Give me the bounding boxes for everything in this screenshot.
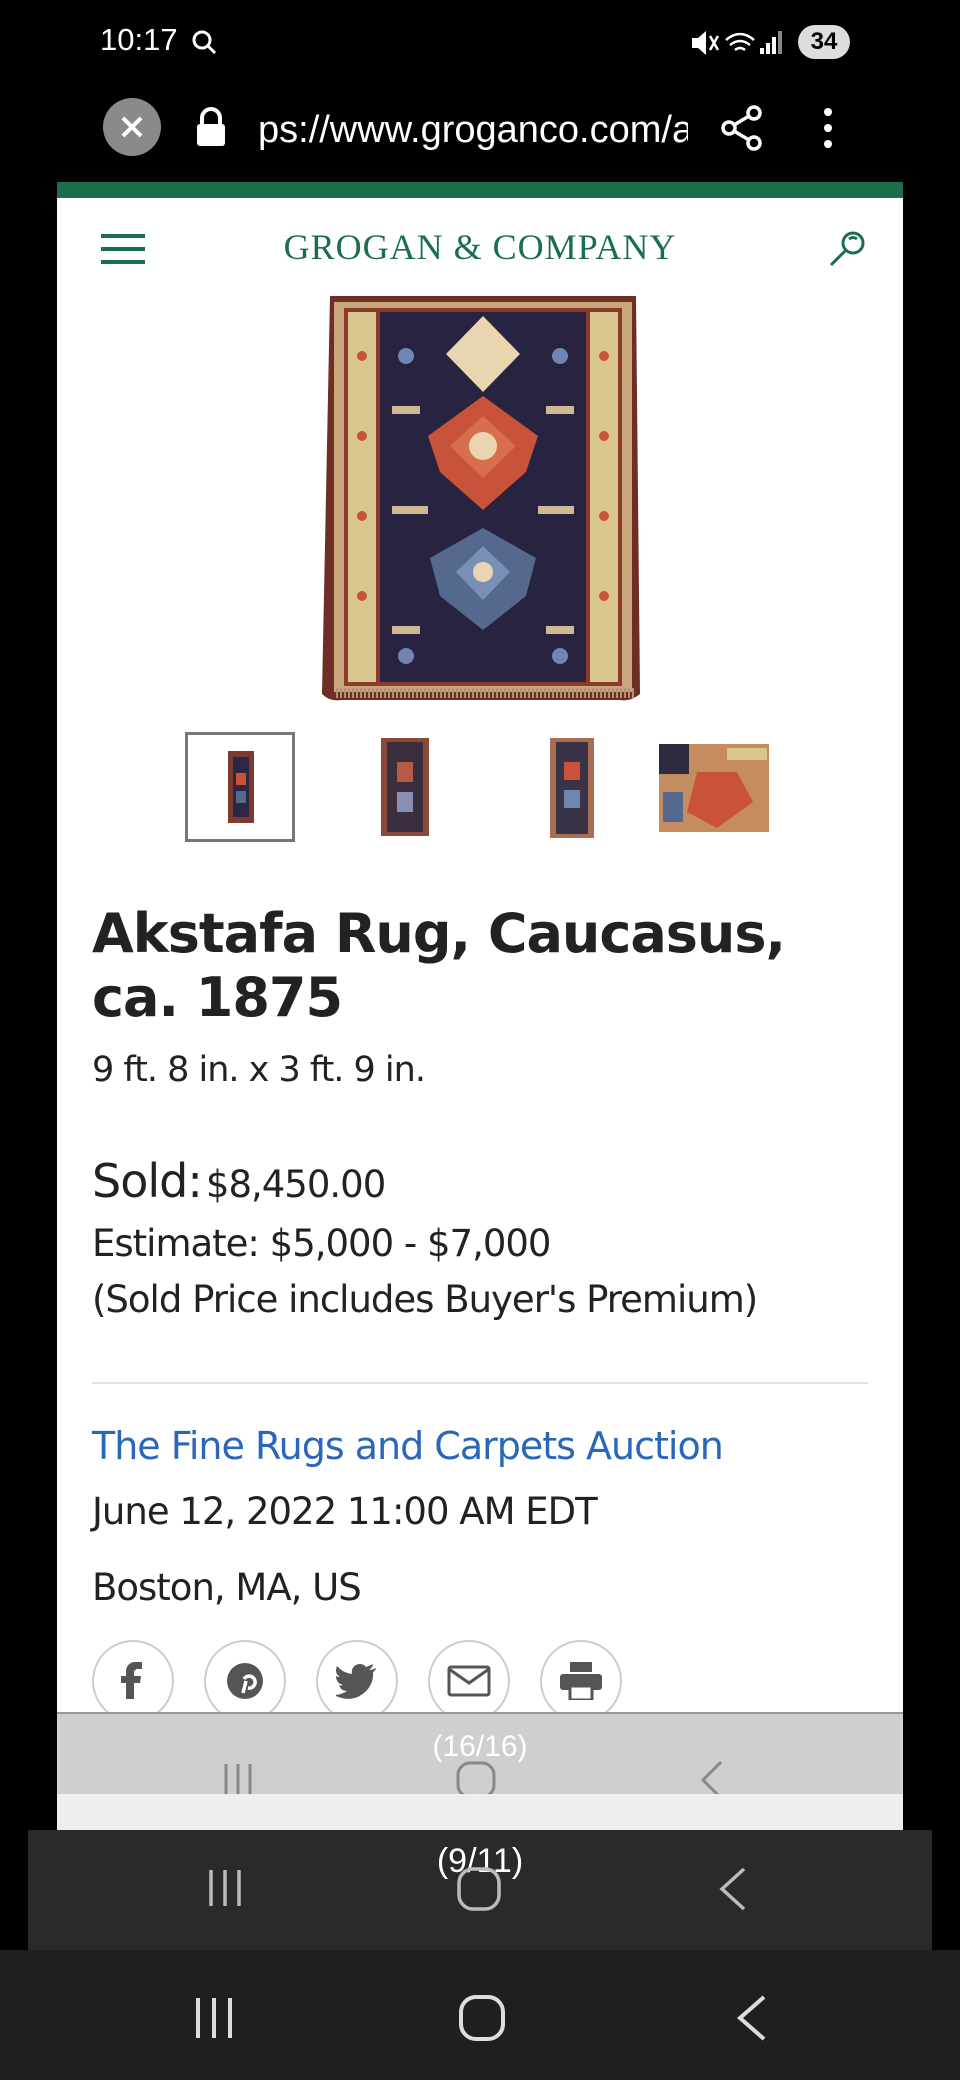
status-time: 10:17 (100, 22, 178, 57)
url-field[interactable]: ps://www.groganco.com/a (258, 100, 688, 160)
thumbnail-4[interactable] (657, 732, 771, 842)
close-tab-button[interactable] (103, 98, 161, 156)
sold-line: Sold: $8,450.00 (92, 1154, 386, 1208)
estimate-text: Estimate: $5,000 - $7,000 (92, 1222, 551, 1265)
lot-dimensions: 9 ft. 8 in. x 3 ft. 9 in. (92, 1050, 426, 1090)
share-icon[interactable] (720, 104, 764, 157)
auction-date: June 12, 2022 11:00 AM EDT (92, 1490, 598, 1533)
outer-back-icon[interactable] (716, 1866, 750, 1917)
search-icon[interactable] (825, 228, 869, 277)
outer-recents-icon[interactable] (205, 1868, 245, 1913)
header-accent-bar (57, 182, 903, 198)
product-image[interactable] (320, 296, 646, 706)
share-email-button[interactable] (428, 1640, 510, 1722)
buyers-premium-note: (Sold Price includes Buyer's Premium) (92, 1278, 758, 1321)
inner-page-counter: (16/16) (432, 1730, 528, 1763)
share-pinterest-button[interactable] (204, 1640, 286, 1722)
auction-location: Boston, MA, US (92, 1566, 362, 1609)
pinterest-icon (227, 1663, 263, 1699)
back-icon[interactable] (734, 1994, 770, 2047)
search-icon (190, 28, 218, 61)
wifi-icon (725, 32, 755, 52)
site-logo[interactable]: GROGAN & COMPANY (57, 226, 903, 268)
home-icon[interactable] (458, 1994, 506, 2047)
share-twitter-button[interactable] (316, 1640, 398, 1722)
email-icon (447, 1665, 491, 1697)
auction-link[interactable]: The Fine Rugs and Carpets Auction (92, 1424, 724, 1468)
outer-home-icon[interactable] (456, 1866, 502, 1917)
recents-icon[interactable] (192, 1996, 236, 2045)
web-page: GROGAN & COMPANY Akstafa Rug, Caucasus, … (57, 182, 903, 1830)
thumbnail-2[interactable] (353, 732, 449, 842)
signal-icon (760, 31, 782, 54)
share-facebook-button[interactable] (92, 1640, 174, 1722)
mute-icon (692, 31, 720, 55)
facebook-icon (121, 1662, 142, 1699)
sold-price: $8,450.00 (205, 1163, 386, 1206)
battery-indicator: 34 (798, 25, 850, 59)
print-button[interactable] (540, 1640, 622, 1722)
close-icon (121, 116, 143, 138)
sold-label: Sold: (92, 1154, 203, 1208)
lot-title: Akstafa Rug, Caucasus, ca. 1875 (92, 902, 786, 1029)
print-icon (560, 1662, 602, 1700)
lock-icon[interactable] (193, 106, 229, 155)
thumbnail-3[interactable] (522, 732, 618, 842)
inner-viewer-strip (57, 1794, 903, 1830)
thumbnail-1[interactable] (185, 732, 295, 842)
more-vert-icon[interactable] (818, 104, 838, 157)
twitter-icon (336, 1664, 376, 1699)
divider (92, 1382, 868, 1384)
